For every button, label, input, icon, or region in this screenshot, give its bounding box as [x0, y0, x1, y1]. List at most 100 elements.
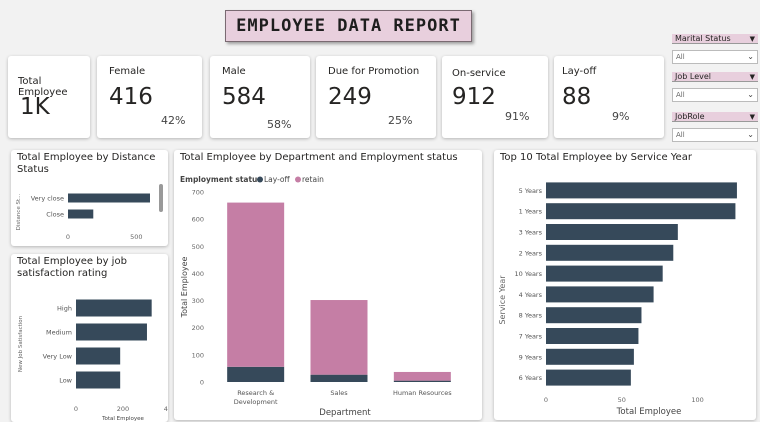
slicer-dropdown[interactable]: All ⌄	[672, 128, 758, 142]
kpi-value: 88	[562, 84, 592, 110]
chevron-down-icon: ⌄	[747, 130, 754, 139]
bar	[546, 203, 736, 220]
legend-swatch	[295, 176, 301, 183]
category-label: 8 Years	[519, 312, 543, 320]
bar	[76, 371, 121, 389]
report-title-text: EMPLOYEE DATA REPORT	[236, 16, 461, 36]
y-tick-label: 700	[192, 189, 204, 197]
kpi-percent: 58%	[267, 118, 292, 131]
slicer-job-role[interactable]: JobRole ▼ All ⌄	[672, 112, 758, 142]
bar	[546, 286, 654, 303]
y-tick-label: 500	[192, 243, 204, 251]
y-axis-label: Distance St...	[16, 193, 22, 230]
y-tick-label: 100	[192, 351, 204, 359]
category-label: 1 Years	[519, 208, 543, 216]
legend-swatch	[257, 176, 263, 183]
kpi-label: Lay-off	[562, 66, 597, 77]
y-tick-label: 400	[192, 270, 204, 278]
bar	[546, 182, 737, 199]
legend-title: Employment status	[180, 175, 262, 184]
x-tick-label: 400	[164, 405, 168, 413]
kpi-value: 1K	[20, 94, 50, 120]
kpi-card-total-employee[interactable]: Total Employee 1K	[8, 56, 90, 138]
chart-card-service-year[interactable]: Top 10 Total Employee by Service Year 5 …	[494, 150, 756, 420]
x-tick-label: 50	[618, 396, 626, 404]
bar-segment	[227, 202, 285, 367]
category-label: 10 Years	[515, 270, 543, 278]
kpi-card-on-service[interactable]: On-service 912 91%	[442, 56, 548, 138]
chart-distance-status: Very close Close 0 500 Distance St...	[16, 193, 150, 241]
bar	[546, 224, 678, 240]
bar	[546, 265, 663, 282]
slicer-header: Job Level ▼	[672, 72, 758, 82]
kpi-percent: 42%	[161, 114, 186, 127]
chart-service-year: 5 Years 1 Years 3 Years 2 Years 10 Years 4 Ye…	[498, 182, 737, 417]
report-title: EMPLOYEE DATA REPORT	[225, 10, 472, 42]
slicer-marital-status[interactable]: Marital Status ▼ All ⌄	[672, 34, 758, 64]
bar	[546, 307, 642, 324]
kpi-label: Due for Promotion	[328, 66, 420, 77]
chart-card-department[interactable]: Total Employee by Department and Employm…	[174, 150, 482, 420]
x-tick-label: 0	[74, 405, 78, 413]
kpi-card-due-for-promotion[interactable]: Due for Promotion 249 25%	[316, 56, 436, 138]
bar	[68, 193, 150, 203]
slicer-value: All	[676, 91, 685, 99]
kpi-card-lay-off[interactable]: Lay-off 88 9%	[554, 56, 664, 138]
legend-label: Lay-off	[264, 175, 291, 184]
x-tick-label: 200	[117, 405, 129, 413]
category-label: Medium	[46, 329, 72, 337]
x-tick-label: 100	[691, 396, 703, 404]
x-axis-label: Total Employee	[101, 416, 144, 422]
kpi-label: On-service	[452, 68, 506, 79]
kpi-card-female[interactable]: Female 416 42%	[97, 56, 202, 138]
kpi-percent: 25%	[388, 114, 413, 127]
chevron-down-icon: ▼	[749, 73, 755, 81]
kpi-value: 416	[109, 84, 153, 110]
bar	[76, 347, 121, 365]
kpi-percent: 9%	[612, 110, 630, 123]
bar	[76, 299, 152, 317]
slicer-job-level[interactable]: Job Level ▼ All ⌄	[672, 72, 758, 102]
chevron-down-icon: ▼	[749, 113, 755, 121]
category-label: Sales	[330, 389, 348, 397]
chart-job-satisfaction: High Medium Very Low Low 0 200 400 Total Employ…	[18, 299, 168, 422]
kpi-label: Male	[222, 66, 246, 77]
y-tick-label: 600	[192, 216, 204, 224]
slicer-dropdown[interactable]: All ⌄	[672, 50, 758, 64]
slicer-value: All	[676, 53, 685, 61]
bar-segment	[393, 371, 451, 381]
y-axis-label: New Job Satisfaction	[18, 315, 24, 372]
category-label: 9 Years	[519, 353, 543, 361]
category-label: 6 Years	[519, 374, 543, 382]
chart-card-distance-status[interactable]: Total Employee by Distance Status Very c…	[11, 150, 168, 246]
category-label: 4 Years	[519, 291, 543, 299]
slicer-dropdown[interactable]: All ⌄	[672, 88, 758, 102]
bar-segment	[310, 374, 368, 382]
x-tick-label: 0	[544, 396, 548, 404]
chart-department: Employment status Lay-off retain 0 100 200 300…	[180, 175, 452, 418]
bar	[546, 369, 631, 386]
category-label: Human Resources	[393, 389, 452, 397]
bar	[76, 323, 147, 341]
category-label: Development	[234, 398, 278, 406]
bar-segment	[393, 380, 451, 382]
y-axis-label: Total Employee	[180, 257, 189, 319]
chart-card-job-satisfaction[interactable]: Total Employee by job satisfaction ratin…	[11, 254, 168, 422]
x-tick-label: 0	[66, 233, 70, 241]
bar	[546, 348, 634, 365]
slicer-header: JobRole ▼	[672, 112, 758, 122]
legend-label: retain	[302, 175, 324, 184]
x-axis-label: Department	[319, 408, 371, 418]
slicer-value: All	[676, 131, 685, 139]
category-label: 2 Years	[519, 249, 543, 257]
kpi-value: 584	[222, 84, 266, 110]
kpi-value: 249	[328, 84, 372, 110]
kpi-card-male[interactable]: Male 584 58%	[210, 56, 310, 138]
kpi-percent: 91%	[505, 110, 530, 123]
chevron-down-icon: ⌄	[747, 52, 754, 61]
category-label: Research &	[237, 389, 274, 397]
chevron-down-icon: ▼	[749, 35, 755, 43]
y-tick-label: 0	[200, 379, 204, 387]
y-tick-label: 300	[192, 297, 204, 305]
slicer-header: Marital Status ▼	[672, 34, 758, 44]
